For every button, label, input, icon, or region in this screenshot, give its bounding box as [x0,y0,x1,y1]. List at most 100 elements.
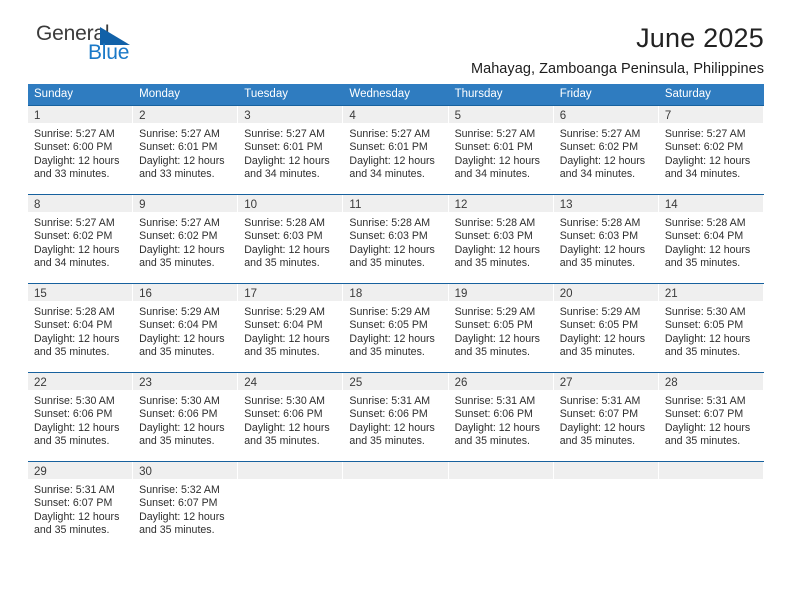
day-details: Sunrise: 5:30 AM Sunset: 6:06 PM Daylight:… [28,390,133,453]
daylight-text-line1: Daylight: 12 hours [244,154,330,167]
day-details: Sunrise: 5:28 AM Sunset: 6:03 PM Daylight:… [449,212,554,275]
day-number-band: 10 [238,195,344,212]
daylight-text-line1: Daylight: 12 hours [349,154,435,167]
day-cell[interactable]: 19 Sunrise: 5:29 AM Sunset: 6:05 PM Dayligh… [448,284,554,364]
daylight-text-line1: Daylight: 12 hours [559,421,646,434]
sunset-text: Sunset: 6:03 PM [454,230,533,243]
day-number: 21 [664,288,678,300]
day-number: 17 [244,288,258,300]
day-number: 27 [559,377,573,389]
sunset-text: Sunset: 6:07 PM [559,408,639,421]
daylight-text-line1: Daylight: 12 hours [664,421,751,434]
day-cell[interactable]: 23 Sunrise: 5:30 AM Sunset: 6:06 PM Dayligh… [133,373,239,453]
day-number-band: 15 [28,284,134,301]
sunset-text: Sunset: 6:03 PM [559,230,639,243]
daylight-text-line1: Daylight: 12 hours [139,243,225,256]
sunrise-text: Sunrise: 5:31 AM [559,395,641,407]
day-number-band: 22 [28,373,134,390]
day-number: 30 [139,466,152,478]
day-cell[interactable]: 10 Sunrise: 5:28 AM Sunset: 6:03 PM Dayligh… [238,195,344,275]
day-cell[interactable]: 12 Sunrise: 5:28 AM Sunset: 6:03 PM Dayligh… [448,195,554,275]
sunrise-text: Sunrise: 5:29 AM [139,306,220,318]
day-cell[interactable]: 20 Sunrise: 5:29 AM Sunset: 6:05 PM Dayligh… [553,284,659,364]
sunset-text: Sunset: 6:02 PM [664,141,744,154]
day-cell[interactable]: 30 Sunrise: 5:32 AM Sunset: 6:07 PM Dayligh… [133,462,239,542]
day-cell[interactable]: 13 Sunrise: 5:28 AM Sunset: 6:03 PM Dayligh… [553,195,659,275]
day-cell[interactable]: 29 Sunrise: 5:31 AM Sunset: 6:07 PM Dayligh… [28,462,134,542]
day-number: 11 [349,199,362,211]
sunset-text: Sunset: 6:05 PM [349,319,428,332]
day-number-band: 1 [28,106,134,123]
day-cell[interactable]: 2 Sunrise: 5:27 AM Sunset: 6:01 PM Daylight… [133,106,239,186]
day-number: 4 [349,110,356,122]
sunrise-text: Sunrise: 5:32 AM [139,484,220,496]
day-cell[interactable]: 14 Sunrise: 5:28 AM Sunset: 6:04 PM Dayligh… [658,195,764,275]
daylight-text-line1: Daylight: 12 hours [454,421,540,434]
day-details: Sunrise: 5:29 AM Sunset: 6:04 PM Daylight:… [238,301,343,364]
sunset-text: Sunset: 6:01 PM [139,141,218,154]
day-number: 12 [454,199,468,211]
daylight-text-line1: Daylight: 12 hours [454,154,540,167]
day-details: Sunrise: 5:27 AM Sunset: 6:01 PM Daylight:… [133,123,238,186]
day-cell[interactable]: 4 Sunrise: 5:27 AM Sunset: 6:01 PM Daylight… [343,106,449,186]
day-details: Sunrise: 5:28 AM Sunset: 6:04 PM Daylight:… [28,301,133,364]
day-cell[interactable]: 21 Sunrise: 5:30 AM Sunset: 6:05 PM Dayligh… [658,284,764,364]
daylight-text-line1: Daylight: 12 hours [664,332,751,345]
day-cell[interactable]: 1 Sunrise: 5:27 AM Sunset: 6:00 PM Daylight… [28,106,134,186]
day-number-band: 27 [553,373,659,390]
day-cell[interactable]: 11 Sunrise: 5:28 AM Sunset: 6:03 PM Dayligh… [343,195,449,275]
daylight-text-line1: Daylight: 12 hours [664,154,751,167]
daylight-text-line1: Daylight: 12 hours [139,154,225,167]
day-cell[interactable]: 26 Sunrise: 5:31 AM Sunset: 6:06 PM Dayligh… [448,373,554,453]
sunset-text: Sunset: 6:06 PM [349,408,428,421]
sunset-text: Sunset: 6:02 PM [34,230,113,243]
sunset-text: Sunset: 6:06 PM [244,408,323,421]
day-cell[interactable]: 18 Sunrise: 5:29 AM Sunset: 6:05 PM Dayligh… [343,284,449,364]
daylight-text-line2: and 35 minutes. [349,256,425,269]
daylight-text-line1: Daylight: 12 hours [559,332,646,345]
sunset-text: Sunset: 6:07 PM [139,497,218,510]
day-number-band: 5 [448,106,554,123]
page-title: June 2025 [636,23,764,53]
daylight-text-line2: and 35 minutes. [34,345,110,358]
sunset-text: Sunset: 6:05 PM [454,319,533,332]
sunrise-text: Sunrise: 5:27 AM [139,128,220,140]
day-number-band: 12 [448,195,554,212]
day-cell[interactable]: 15 Sunrise: 5:28 AM Sunset: 6:04 PM Dayligh… [28,284,134,364]
calendar-week-row: 1 Sunrise: 5:27 AM Sunset: 6:00 PM Daylight… [28,105,764,186]
day-number-band [553,462,659,479]
sunset-text: Sunset: 6:05 PM [559,319,639,332]
day-number: 15 [34,288,47,300]
weekday-header-wednesday: Wednesday [349,88,410,100]
calendar-week-row: 15 Sunrise: 5:28 AM Sunset: 6:04 PM Dayligh… [28,283,764,364]
day-number-band: 24 [238,373,344,390]
day-cell[interactable]: 17 Sunrise: 5:29 AM Sunset: 6:04 PM Dayligh… [238,284,344,364]
day-cell[interactable]: 27 Sunrise: 5:31 AM Sunset: 6:07 PM Dayligh… [553,373,659,453]
sunset-text: Sunset: 6:06 PM [454,408,533,421]
day-number: 13 [559,199,573,211]
sunrise-text: Sunrise: 5:29 AM [559,306,641,318]
day-cell[interactable]: 7 Sunrise: 5:27 AM Sunset: 6:02 PM Daylight… [658,106,764,186]
day-cell[interactable]: 3 Sunrise: 5:27 AM Sunset: 6:01 PM Daylight… [238,106,344,186]
day-cell[interactable]: 24 Sunrise: 5:30 AM Sunset: 6:06 PM Dayligh… [238,373,344,453]
page-subtitle: Mahayag, Zamboanga Peninsula, Philippine… [470,61,764,78]
daylight-text-line1: Daylight: 12 hours [664,243,751,256]
day-number: 1 [34,110,41,122]
day-cell[interactable]: 22 Sunrise: 5:30 AM Sunset: 6:06 PM Dayligh… [28,373,134,453]
day-cell[interactable]: 9 Sunrise: 5:27 AM Sunset: 6:02 PM Daylight… [133,195,239,275]
day-cell[interactable]: 25 Sunrise: 5:31 AM Sunset: 6:06 PM Dayligh… [343,373,449,453]
sunset-text: Sunset: 6:01 PM [244,141,323,154]
daylight-text-line1: Daylight: 12 hours [34,154,120,167]
daylight-text-line1: Daylight: 12 hours [244,243,330,256]
day-cell[interactable]: 8 Sunrise: 5:27 AM Sunset: 6:02 PM Daylight… [28,195,134,275]
day-cell[interactable]: 5 Sunrise: 5:27 AM Sunset: 6:01 PM Daylight… [448,106,554,186]
daylight-text-line1: Daylight: 12 hours [34,243,120,256]
day-details: Sunrise: 5:32 AM Sunset: 6:07 PM Daylight:… [133,479,238,542]
day-cell[interactable]: 6 Sunrise: 5:27 AM Sunset: 6:02 PM Daylight… [553,106,659,186]
day-cell[interactable]: 28 Sunrise: 5:31 AM Sunset: 6:07 PM Dayligh… [658,373,764,453]
daylight-text-line2: and 35 minutes. [454,345,530,358]
sunrise-text: Sunrise: 5:31 AM [454,395,536,407]
day-number: 24 [244,377,258,389]
day-cell[interactable]: 16 Sunrise: 5:29 AM Sunset: 6:04 PM Dayligh… [133,284,239,364]
daylight-text-line1: Daylight: 12 hours [34,510,120,523]
